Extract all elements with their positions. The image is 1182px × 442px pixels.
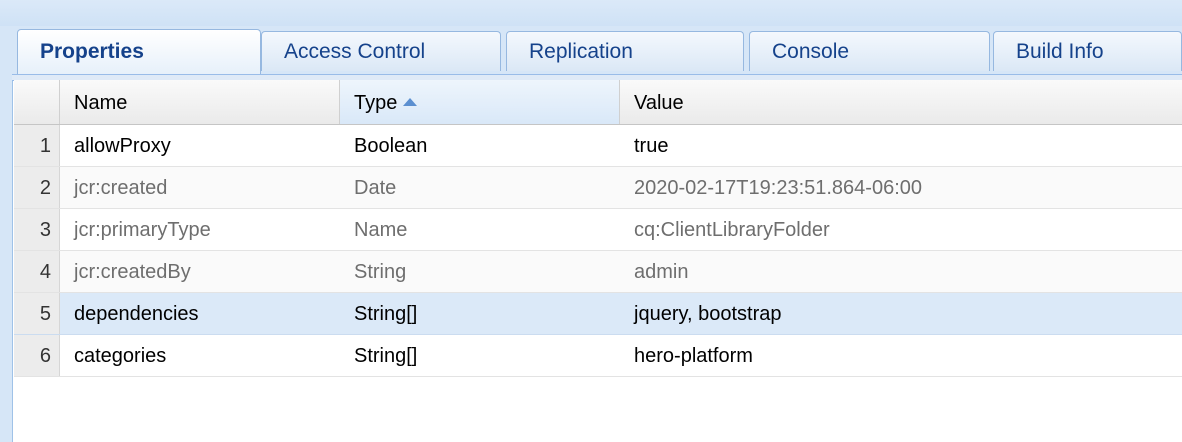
property-type[interactable]: String[] bbox=[340, 335, 620, 376]
column-header-name[interactable]: Name bbox=[60, 80, 340, 124]
property-name[interactable]: jcr:createdBy bbox=[60, 251, 340, 292]
property-type[interactable]: Name bbox=[340, 209, 620, 250]
property-value[interactable]: true bbox=[620, 125, 1182, 166]
grid-header: Name Type Value bbox=[14, 80, 1182, 125]
tab-properties[interactable]: Properties bbox=[17, 29, 261, 75]
column-header-type-label: Type bbox=[354, 92, 398, 114]
column-header-type[interactable]: Type bbox=[340, 80, 620, 124]
tab-strip: Properties Access Control Replication Co… bbox=[12, 26, 1182, 80]
column-header-name-label: Name bbox=[74, 92, 128, 114]
table-row[interactable]: 1 allowProxy Boolean true bbox=[14, 125, 1182, 167]
row-number: 3 bbox=[14, 209, 60, 250]
property-name[interactable]: categories bbox=[60, 335, 340, 376]
property-value[interactable]: 2020-02-17T19:23:51.864-06:00 bbox=[620, 167, 1182, 208]
property-type[interactable]: Boolean bbox=[340, 125, 620, 166]
panel-frame bbox=[0, 26, 13, 442]
properties-grid: Name Type Value 1 allowProxy Boolean tru… bbox=[14, 80, 1182, 442]
row-number: 5 bbox=[14, 293, 60, 334]
property-value[interactable]: admin bbox=[620, 251, 1182, 292]
property-type[interactable]: Date bbox=[340, 167, 620, 208]
property-name[interactable]: jcr:created bbox=[60, 167, 340, 208]
property-value[interactable]: hero-platform bbox=[620, 335, 1182, 376]
property-type[interactable]: String bbox=[340, 251, 620, 292]
table-row[interactable]: 3 jcr:primaryType Name cq:ClientLibraryF… bbox=[14, 209, 1182, 251]
panel-header bbox=[0, 0, 1182, 27]
table-row[interactable]: 4 jcr:createdBy String admin bbox=[14, 251, 1182, 293]
row-number: 1 bbox=[14, 125, 60, 166]
property-type[interactable]: String[] bbox=[340, 293, 620, 334]
property-name[interactable]: jcr:primaryType bbox=[60, 209, 340, 250]
table-row[interactable]: 2 jcr:created Date 2020-02-17T19:23:51.8… bbox=[14, 167, 1182, 209]
tab-build-info[interactable]: Build Info bbox=[993, 31, 1182, 71]
column-header-value-label: Value bbox=[634, 92, 684, 114]
row-number: 2 bbox=[14, 167, 60, 208]
property-name[interactable]: allowProxy bbox=[60, 125, 340, 166]
tab-access-control[interactable]: Access Control bbox=[261, 31, 501, 71]
sort-ascending-icon bbox=[403, 98, 418, 106]
row-number: 4 bbox=[14, 251, 60, 292]
property-name[interactable]: dependencies bbox=[60, 293, 340, 334]
table-row[interactable]: 6 categories String[] hero-platform bbox=[14, 335, 1182, 377]
tab-console[interactable]: Console bbox=[749, 31, 990, 71]
tab-replication[interactable]: Replication bbox=[506, 31, 744, 71]
property-value[interactable]: cq:ClientLibraryFolder bbox=[620, 209, 1182, 250]
property-value[interactable]: jquery, bootstrap bbox=[620, 293, 1182, 334]
row-number-header bbox=[14, 80, 60, 124]
row-number: 6 bbox=[14, 335, 60, 376]
column-header-value[interactable]: Value bbox=[620, 80, 1182, 124]
table-row-selected[interactable]: 5 dependencies String[] jquery, bootstra… bbox=[14, 293, 1182, 335]
